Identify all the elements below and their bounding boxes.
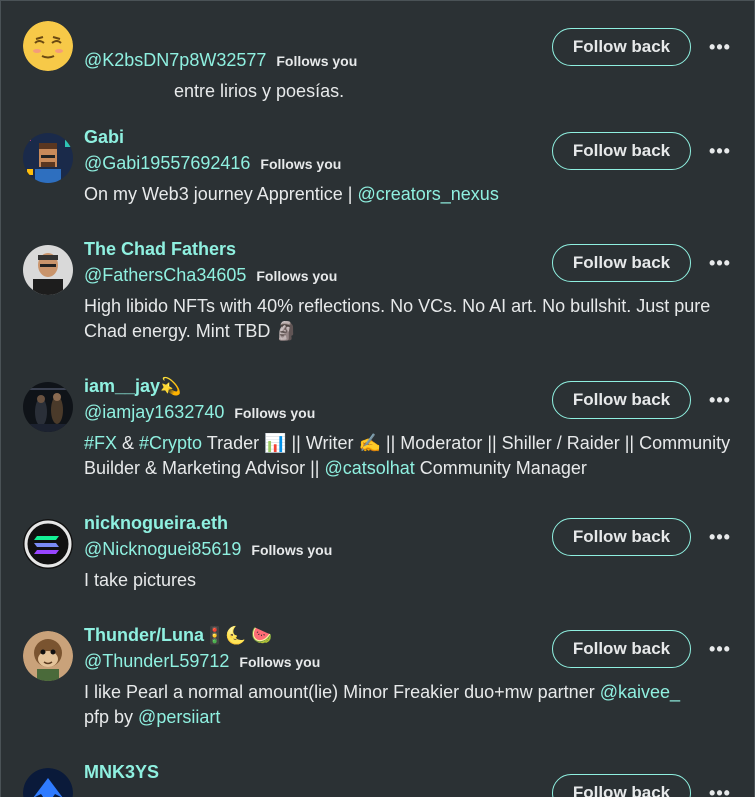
follow-back-button[interactable]: Follow back	[552, 28, 691, 66]
follows-you-badge: Follows you	[256, 267, 338, 284]
user-bio: I like Pearl a normal amount(lie) Minor …	[84, 682, 681, 727]
avatar[interactable]	[23, 21, 73, 71]
follow-back-button[interactable]: Follow back	[552, 630, 691, 668]
avatar[interactable]	[23, 631, 73, 681]
more-options-icon[interactable]: •••	[706, 388, 734, 412]
bio-mention-link[interactable]: @persiiart	[138, 707, 220, 727]
user-handle[interactable]: @K2bsDN7p8W32577	[84, 50, 266, 71]
follows-you-badge: Follows you	[260, 155, 342, 172]
avatar[interactable]	[23, 133, 73, 183]
more-options-icon[interactable]: •••	[706, 525, 734, 549]
avatar[interactable]	[23, 768, 73, 797]
avatar[interactable]	[23, 519, 73, 569]
user-display-name[interactable]: MNK3YS	[84, 762, 159, 783]
user-handle[interactable]: @Nicknoguei85619	[84, 539, 241, 560]
follow-back-button[interactable]: Follow back	[552, 381, 691, 419]
bio-mention-link[interactable]: @creators_nexus	[357, 184, 498, 204]
user-bio: #FX & #Crypto Trader 📊 || Writer ✍️ || M…	[84, 433, 731, 478]
user-row[interactable]: Thunder/Luna🚦🌜 🍉 @ThunderL59712 Follows …	[1, 611, 754, 748]
follows-you-badge: Follows you	[239, 653, 321, 670]
user-display-name[interactable]: Thunder/Luna🚦🌜 🍉	[84, 625, 272, 646]
user-display-name[interactable]: nicknogueira.eth	[84, 513, 228, 534]
name-emoji-icon: 🚦🌜 🍉	[204, 626, 273, 645]
more-options-icon[interactable]: •••	[706, 251, 734, 275]
follow-back-button[interactable]: Follow back	[552, 774, 691, 797]
user-row[interactable]: Gabi @Gabi19557692416 Follows you Follow…	[1, 113, 754, 225]
more-options-icon[interactable]: •••	[706, 637, 734, 661]
follows-you-badge: Follows you	[234, 404, 316, 421]
user-bio: entre lirios y poesías.	[174, 81, 345, 101]
user-handle[interactable]: @Gabi19557692416	[84, 153, 250, 174]
user-row[interactable]: nicknogueira.eth @Nicknoguei85619 Follow…	[1, 499, 754, 611]
user-bio: I take pictures	[84, 570, 197, 590]
follows-you-badge: Follows you	[276, 52, 358, 69]
user-handle[interactable]: @FathersCha34605	[84, 265, 246, 286]
user-row[interactable]: MNK3YS Follow back •••	[1, 748, 754, 797]
bio-hashtag-link[interactable]: #Crypto	[139, 433, 202, 453]
user-display-name[interactable]: The Chad Fathers	[84, 239, 236, 260]
user-bio: On my Web3 journey Apprentice | @creator…	[84, 182, 734, 207]
star-emoji-icon: 💫	[160, 377, 182, 396]
bio-mention-link[interactable]: @catsolhat	[324, 458, 414, 478]
user-handle[interactable]: @iamjay1632740	[84, 402, 224, 423]
follow-back-button[interactable]: Follow back	[552, 244, 691, 282]
more-options-icon[interactable]: •••	[706, 139, 734, 163]
user-handle[interactable]: @ThunderL59712	[84, 651, 229, 672]
follow-back-button[interactable]: Follow back	[552, 518, 691, 556]
bio-hashtag-link[interactable]: #FX	[84, 433, 117, 453]
follow-back-button[interactable]: Follow back	[552, 132, 691, 170]
avatar[interactable]	[23, 382, 73, 432]
user-row[interactable]: The Chad Fathers @FathersCha34605 Follow…	[1, 225, 754, 362]
avatar[interactable]	[23, 245, 73, 295]
more-options-icon[interactable]: •••	[706, 35, 734, 59]
follows-you-badge: Follows you	[251, 541, 333, 558]
user-bio: High libido NFTs with 40% reflections. N…	[84, 296, 711, 341]
user-display-name[interactable]: iam__jay💫	[84, 376, 181, 397]
user-row[interactable]: iam__jay💫 @iamjay1632740 Follows you Fol…	[1, 362, 754, 499]
bio-mention-link[interactable]: @kaivee_	[600, 682, 680, 702]
user-row[interactable]: @K2bsDN7p8W32577 Follows you Follow back…	[1, 1, 754, 113]
more-options-icon[interactable]: •••	[706, 781, 734, 797]
bio-text: On my Web3 journey Apprentice |	[84, 184, 358, 204]
followers-list: @K2bsDN7p8W32577 Follows you Follow back…	[0, 0, 755, 797]
user-display-name[interactable]: Gabi	[84, 127, 124, 148]
